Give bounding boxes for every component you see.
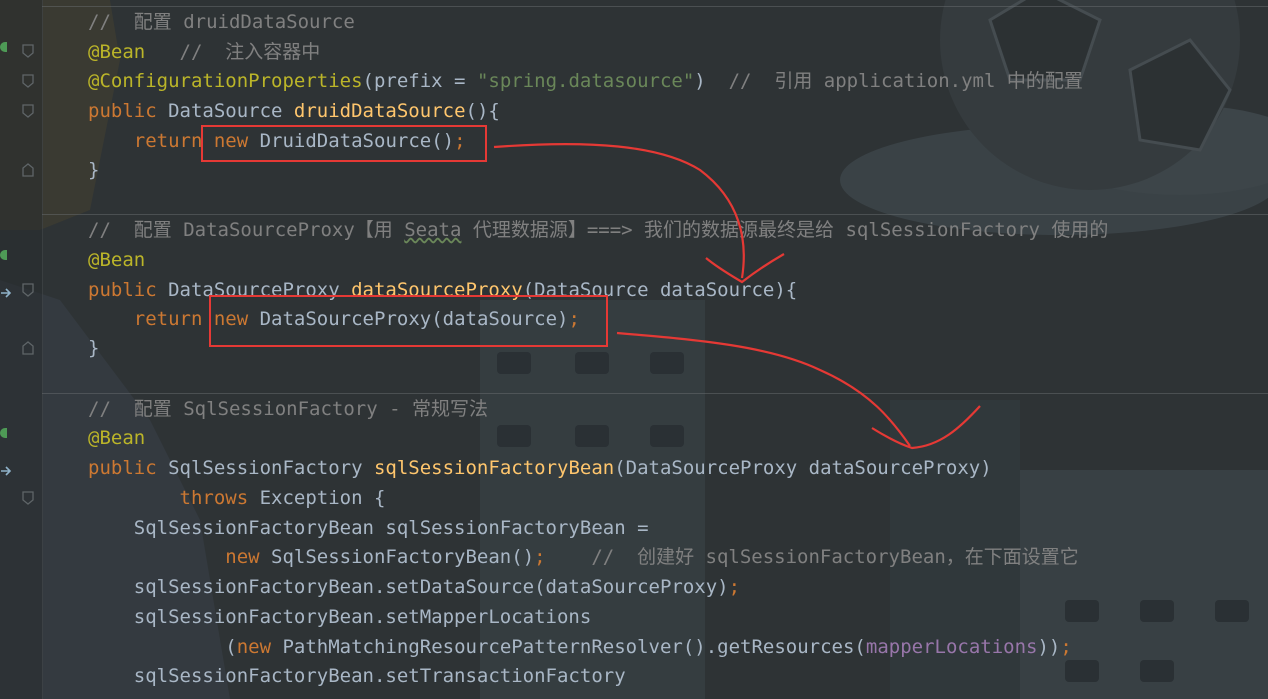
code-token: "spring.datasource" [476,70,695,92]
code-token: ( [88,636,237,658]
code-line[interactable]: // 配置 druidDataSource [88,7,355,37]
code-token: @ConfigurationProperties [88,70,363,92]
code-line[interactable]: sqlSessionFactoryBean.setMapperLocations [88,602,592,632]
code-token: Exception { [259,487,386,509]
code-line[interactable]: @Bean // 注入容器中 [88,37,320,67]
code-token: // 配置 druidDataSource [88,11,355,33]
code-token: sqlSessionFactoryBean.setDataSource(data… [88,576,729,598]
code-token: public [88,279,169,301]
code-token: 代理数据源】===> 我们的数据源最终是给 sqlSessionFactory … [461,219,1109,241]
code-token: mapperLocations [865,636,1038,658]
code-token: )) [1037,636,1061,658]
code-token: // 引用 application.yml 中的配置 [728,70,1083,92]
code-token: (){ [465,100,500,122]
code-token: Seata [404,219,462,241]
code-token: (prefix = [362,70,477,92]
code-token: @Bean [88,427,146,449]
code-token: throws [88,487,260,509]
code-token: SqlSessionFactoryBean() [271,546,535,568]
code-editor[interactable]: // 配置 druidDataSource @Bean // 注入容器中 @Conf… [0,0,1268,699]
code-line[interactable]: @Bean [88,423,145,453]
code-line[interactable]: @ConfigurationProperties(prefix = "sprin… [88,66,1083,96]
code-token: public [88,100,169,122]
code-token: // 创建好 sqlSessionFactoryBean，在下面设置它 [591,546,1079,568]
code-token: return [88,308,214,330]
code-token: PathMatchingResourcePatternResolver().ge… [282,636,866,658]
code-line[interactable]: public SqlSessionFactory sqlSessionFacto… [88,453,992,483]
code-token: new [236,636,283,658]
code-line[interactable]: } [88,155,99,185]
code-line[interactable]: // 配置 DataSourceProxy【用 Seata 代理数据源】===>… [88,215,1108,245]
code-token: sqlSessionFactoryBean [373,457,615,479]
code-line[interactable]: sqlSessionFactoryBean.setTransactionFact… [88,661,626,691]
code-token: sqlSessionFactoryBean.setMapperLocations [88,606,592,628]
code-token: } [88,337,100,359]
code-token: @Bean [88,41,146,63]
code-line[interactable]: new SqlSessionFactoryBean(); // 创建好 sqlS… [88,542,1079,572]
code-line[interactable]: (new PathMatchingResourcePatternResolver… [88,632,1072,662]
code-token: @Bean [88,249,146,271]
highlight-box-proxy [209,295,608,347]
code-line[interactable]: sqlSessionFactoryBean.setDataSource(data… [88,572,740,602]
code-token: new [88,546,272,568]
code-token: (DataSourceProxy dataSourceProxy) [614,457,992,479]
code-token: ) [694,70,729,92]
code-token: ; [1060,636,1072,658]
code-token: ; [534,546,592,568]
code-token: DataSource [168,100,294,122]
code-token: druidDataSource [293,100,466,122]
code-token: ; [728,576,741,598]
code-token: // 配置 SqlSessionFactory - 常规写法 [88,398,488,420]
code-token: return [88,130,214,152]
code-token: SqlSessionFactoryBean sqlSessionFactoryB… [88,517,649,539]
code-token: public [88,457,169,479]
code-line[interactable]: // 配置 SqlSessionFactory - 常规写法 [88,394,488,424]
code-line[interactable]: @Bean [88,245,145,275]
code-line[interactable]: SqlSessionFactoryBean sqlSessionFactoryB… [88,513,649,543]
highlight-box-druid [201,125,487,162]
code-line[interactable]: } [88,333,99,363]
code-token: sqlSessionFactoryBean.setTransactionFact… [88,665,626,687]
code-token: // 注入容器中 [145,41,321,63]
code-token: // 配置 DataSourceProxy【用 [88,219,405,241]
code-line[interactable]: throws Exception { [88,483,386,513]
code-line[interactable]: public DataSource druidDataSource(){ [88,96,500,126]
code-token: } [88,159,100,181]
code-token: SqlSessionFactory [168,457,374,479]
